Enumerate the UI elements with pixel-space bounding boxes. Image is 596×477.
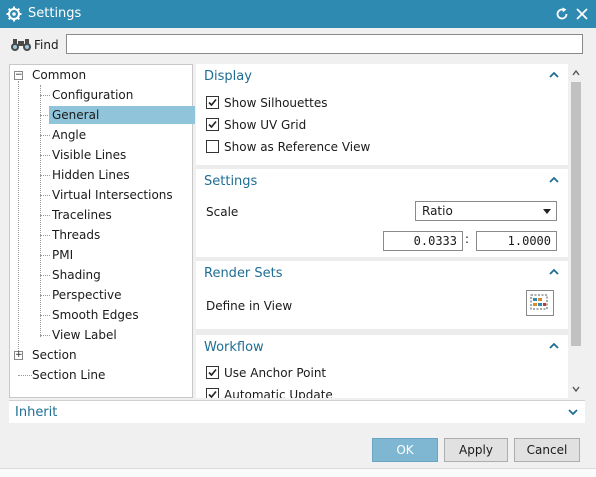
- tree-item-smooth-edges[interactable]: Smooth Edges: [52, 306, 139, 324]
- ok-button[interactable]: OK: [372, 438, 438, 462]
- tree-item-configuration[interactable]: Configuration: [52, 86, 133, 104]
- collapse-settings-icon[interactable]: [548, 174, 560, 186]
- show-as-reference-view-option[interactable]: Show as Reference View: [206, 138, 370, 156]
- tree-item-shading[interactable]: Shading: [52, 266, 101, 284]
- binoculars-icon: [11, 39, 31, 51]
- category-tree: − Common Configuration General Angle Vis…: [9, 64, 195, 398]
- title-bar: Settings: [0, 0, 596, 28]
- automatic-update-label: Automatic Update: [224, 388, 333, 398]
- collapse-workflow-icon[interactable]: [548, 340, 560, 352]
- show-uv-grid-option[interactable]: Show UV Grid: [206, 116, 306, 134]
- tree-item-view-label[interactable]: View Label: [52, 326, 117, 344]
- gear-icon: [6, 6, 22, 22]
- define-in-view-button[interactable]: [526, 290, 554, 316]
- scale-mode-value: Ratio: [422, 204, 453, 218]
- window-title: Settings: [28, 6, 82, 21]
- close-icon[interactable]: [574, 6, 590, 22]
- automatic-update-checkbox[interactable]: [206, 388, 219, 398]
- show-silhouettes-option[interactable]: Show Silhouettes: [206, 94, 327, 112]
- dropdown-arrow-icon: [543, 209, 551, 214]
- tree-item-pmi[interactable]: PMI: [52, 246, 73, 264]
- scale-separator: :: [465, 232, 470, 246]
- render-sets-heading: Render Sets: [204, 266, 283, 281]
- cancel-button[interactable]: Cancel: [514, 438, 580, 462]
- use-anchor-point-checkbox[interactable]: [206, 366, 219, 379]
- tree-item-tracelines[interactable]: Tracelines: [52, 206, 112, 224]
- settings-pane: Display Show Silhouettes Show UV Grid Sh…: [196, 64, 568, 398]
- tree-item-section-line[interactable]: Section Line: [32, 366, 105, 384]
- reset-icon[interactable]: [554, 6, 570, 22]
- tree-item-angle[interactable]: Angle: [52, 126, 86, 144]
- render-sets-panel: Render Sets Define in View: [196, 261, 568, 329]
- scroll-up-icon[interactable]: [571, 68, 581, 78]
- show-uv-grid-label: Show UV Grid: [224, 118, 307, 132]
- tree-item-visible-lines[interactable]: Visible Lines: [52, 146, 126, 164]
- tree-item-common[interactable]: Common: [32, 66, 86, 84]
- collapse-common-toggle[interactable]: −: [14, 71, 23, 80]
- tree-item-threads[interactable]: Threads: [52, 226, 100, 244]
- display-panel: Display Show Silhouettes Show UV Grid Sh…: [196, 64, 568, 165]
- collapse-render-sets-icon[interactable]: [548, 266, 560, 278]
- scale-numerator-field[interactable]: 0.0333: [383, 231, 463, 251]
- show-as-reference-view-label: Show as Reference View: [224, 140, 371, 154]
- settings-panel: Settings Scale Ratio 0.0333 : 1.0000: [196, 169, 568, 257]
- workflow-heading: Workflow: [204, 340, 264, 355]
- scale-label: Scale: [206, 205, 239, 219]
- settings-heading: Settings: [204, 174, 258, 189]
- show-as-reference-view-checkbox[interactable]: [206, 140, 219, 153]
- define-in-view-label: Define in View: [206, 299, 293, 313]
- tree-item-hidden-lines[interactable]: Hidden Lines: [52, 166, 130, 184]
- settings-scrollbar[interactable]: [568, 64, 584, 398]
- tree-item-perspective[interactable]: Perspective: [52, 286, 122, 304]
- tree-item-virtual-intersections[interactable]: Virtual Intersections: [52, 186, 173, 204]
- workflow-panel: Workflow Use Anchor Point Automatic Upda…: [196, 335, 568, 398]
- collapse-display-icon[interactable]: [548, 69, 560, 81]
- show-silhouettes-label: Show Silhouettes: [224, 96, 328, 110]
- use-anchor-point-option[interactable]: Use Anchor Point: [206, 364, 326, 382]
- show-uv-grid-checkbox[interactable]: [206, 118, 219, 131]
- use-anchor-point-label: Use Anchor Point: [224, 366, 327, 380]
- scroll-thumb[interactable]: [571, 82, 581, 346]
- apply-button[interactable]: Apply: [444, 438, 508, 462]
- scale-denominator-field[interactable]: 1.0000: [476, 231, 557, 251]
- tree-item-section[interactable]: Section: [32, 346, 77, 364]
- find-input[interactable]: [66, 34, 583, 54]
- tree-item-general[interactable]: General: [49, 106, 195, 124]
- expand-inherit-icon[interactable]: [567, 406, 579, 418]
- scale-mode-dropdown[interactable]: Ratio: [415, 201, 557, 221]
- show-silhouettes-checkbox[interactable]: [206, 96, 219, 109]
- render-set-icon: [530, 294, 548, 310]
- automatic-update-option[interactable]: Automatic Update: [206, 386, 333, 398]
- display-heading: Display: [204, 69, 252, 84]
- scroll-down-icon[interactable]: [571, 384, 581, 394]
- find-bar: Find: [0, 28, 596, 62]
- inherit-heading: Inherit: [15, 405, 58, 420]
- find-label: Find: [34, 38, 59, 52]
- expand-section-toggle[interactable]: +: [14, 351, 23, 360]
- inherit-section[interactable]: Inherit: [9, 400, 585, 423]
